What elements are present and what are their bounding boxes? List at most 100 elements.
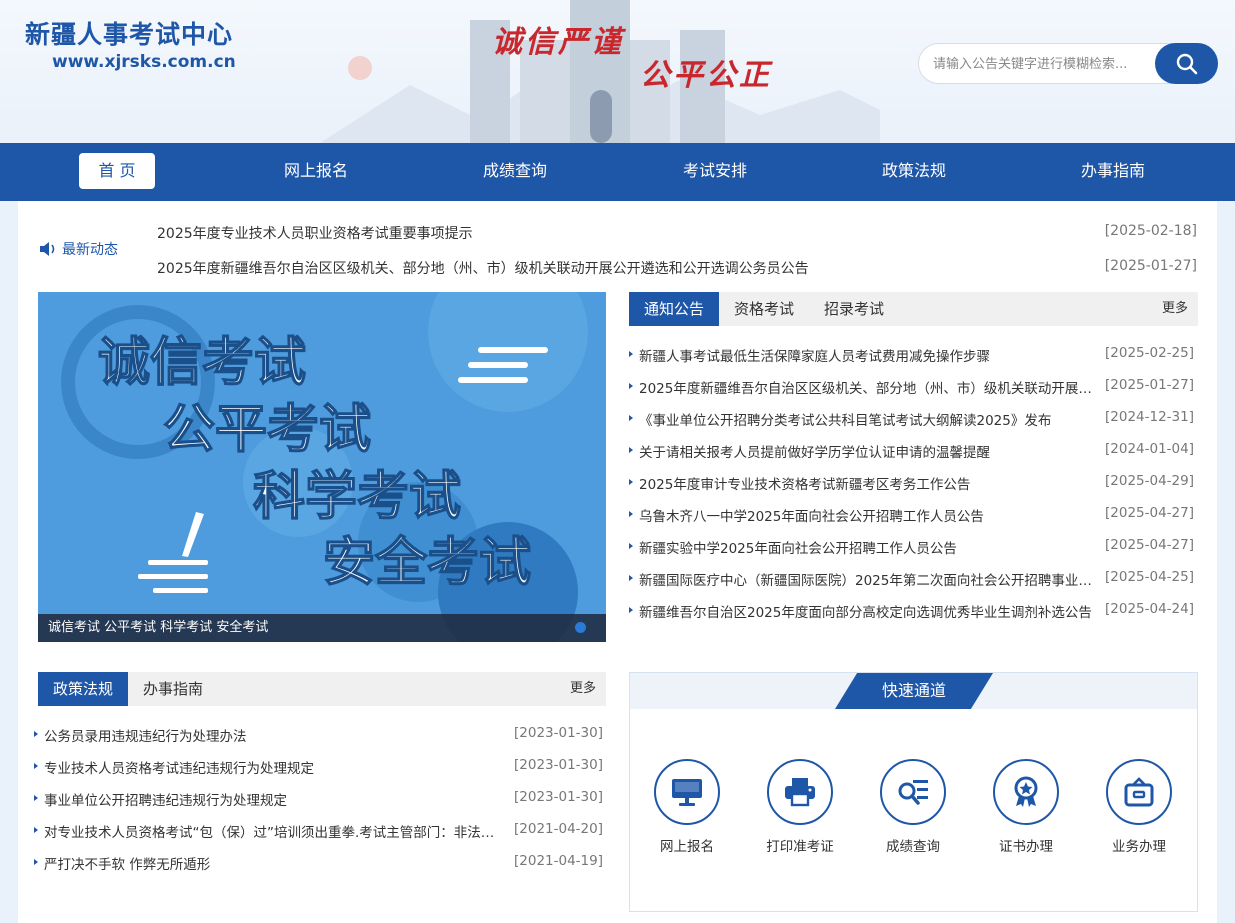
notice-item-title[interactable]: 2025年度新疆维吾尔自治区区级机关、部分地（州、市）级机关联动开展公开遴选和公… xyxy=(629,377,1095,397)
banner-line-4: 安全考试 xyxy=(323,533,531,592)
notice-more-link[interactable]: 更多 xyxy=(1162,292,1188,326)
nav-item-guide[interactable]: 办事指南 xyxy=(1063,153,1163,189)
banner-artwork: 诚信考试 公平考试 科学考试 安全考试 xyxy=(61,292,588,642)
quick-icon-circle xyxy=(880,759,946,825)
notice-item-date: [2024-01-04] xyxy=(1105,441,1194,457)
nav-item-exam-schedule[interactable]: 考试安排 xyxy=(665,153,765,189)
nav-item-online-registration[interactable]: 网上报名 xyxy=(266,153,366,189)
notice-list-item[interactable]: 2025年度审计专业技术资格考试新疆考区考务工作公告 [2025-04-29] xyxy=(629,473,1194,493)
policy-list-item[interactable]: 对专业技术人员资格考试“包（保）过”培训须出重拳.考试主管部门：非法培训机构承诺… xyxy=(34,821,603,841)
policy-item-date: [2023-01-30] xyxy=(514,789,603,805)
latest-news-title[interactable]: 2025年度新疆维吾尔自治区区级机关、部分地（州、市）级机关联动开展公开遴选和公… xyxy=(157,258,809,278)
speaker-icon xyxy=(40,242,55,256)
tab-notice[interactable]: 通知公告 xyxy=(629,292,719,326)
search-input[interactable] xyxy=(933,53,1143,75)
notice-item-title[interactable]: 《事业单位公开招聘分类考试公共科目笔试考试大纲解读2025》发布 xyxy=(629,409,1051,429)
latest-news-title[interactable]: 2025年度专业技术人员职业资格考试重要事项提示 xyxy=(157,223,473,243)
search-box xyxy=(918,43,1218,84)
site-header: 新疆人事考试中心 www.xjrsks.com.cn 诚信严谨 公平公正 xyxy=(0,0,1235,143)
search-icon xyxy=(1176,53,1197,74)
tab-qualification-exam[interactable]: 资格考试 xyxy=(719,292,809,326)
notice-tabs: 通知公告 资格考试 招录考试 更多 xyxy=(629,292,1198,326)
site-title[interactable]: 新疆人事考试中心 xyxy=(25,15,233,51)
notice-list-item[interactable]: 《事业单位公开招聘分类考试公共科目笔试考试大纲解读2025》发布 [2024-12… xyxy=(629,409,1194,429)
notice-item-date: [2025-02-25] xyxy=(1105,345,1194,361)
notice-item-title[interactable]: 新疆实验中学2025年面向社会公开招聘工作人员公告 xyxy=(629,537,957,557)
latest-news-item[interactable]: 2025年度新疆维吾尔自治区区级机关、部分地（州、市）级机关联动开展公开遴选和公… xyxy=(157,258,1197,278)
banner-caption: 诚信考试 公平考试 科学考试 安全考试 xyxy=(38,614,606,642)
notice-item-date: [2025-04-24] xyxy=(1105,601,1194,617)
notice-item-title[interactable]: 新疆国际医疗中心（新疆国际医院）2025年第二次面向社会公开招聘事业单位工作人员… xyxy=(629,569,1095,589)
notice-item-title[interactable]: 2025年度审计专业技术资格考试新疆考区考务工作公告 xyxy=(629,473,970,493)
quick-icon-circle xyxy=(1106,759,1172,825)
notice-item-title[interactable]: 乌鲁木齐八一中学2025年面向社会公开招聘工作人员公告 xyxy=(629,505,984,525)
nav-item-home[interactable]: 首 页 xyxy=(79,153,155,189)
notice-item-date: [2025-04-27] xyxy=(1105,505,1194,521)
main-nav: 首 页 网上报名 成绩查询 考试安排 政策法规 办事指南 xyxy=(0,143,1235,201)
policy-list-item[interactable]: 事业单位公开招聘违纪违规行为处理规定 [2023-01-30] xyxy=(34,789,603,809)
quick-online-registration[interactable]: 网上报名 xyxy=(637,759,737,855)
policy-item-title[interactable]: 对专业技术人员资格考试“包（保）过”培训须出重拳.考试主管部门：非法培训机构承诺… xyxy=(34,821,504,841)
notice-item-date: [2024-12-31] xyxy=(1105,409,1194,425)
policy-item-title[interactable]: 专业技术人员资格考试违纪违规行为处理规定 xyxy=(34,757,314,777)
notice-list-item[interactable]: 新疆人事考试最低生活保障家庭人员考试费用减免操作步骤 [2025-02-25] xyxy=(629,345,1194,365)
tab-policy[interactable]: 政策法规 xyxy=(38,672,128,706)
policy-item-title[interactable]: 事业单位公开招聘违纪违规行为处理规定 xyxy=(34,789,287,809)
notice-item-date: [2025-04-29] xyxy=(1105,473,1194,489)
notice-item-title[interactable]: 新疆人事考试最低生活保障家庭人员考试费用减免操作步骤 xyxy=(629,345,990,365)
banner-slide[interactable]: 诚信考试 公平考试 科学考试 安全考试 诚信考试 公平考试 科学考试 安全考试 xyxy=(38,292,606,642)
nav-item-policy[interactable]: 政策法规 xyxy=(864,153,964,189)
banner-line-3: 科学考试 xyxy=(253,468,461,526)
policy-list-item[interactable]: 专业技术人员资格考试违纪违规行为处理规定 [2023-01-30] xyxy=(34,757,603,777)
quick-score-query[interactable]: 成绩查询 xyxy=(863,759,963,855)
tab-recruitment-exam[interactable]: 招录考试 xyxy=(809,292,899,326)
quick-print-admission[interactable]: 打印准考证 xyxy=(750,759,850,855)
notice-list-item[interactable]: 乌鲁木齐八一中学2025年面向社会公开招聘工作人员公告 [2025-04-27] xyxy=(629,505,1194,525)
quick-icon-circle xyxy=(767,759,833,825)
latest-news-date: [2025-02-18] xyxy=(1104,223,1197,239)
notice-list-item[interactable]: 2025年度新疆维吾尔自治区区级机关、部分地（州、市）级机关联动开展公开遴选和公… xyxy=(629,377,1194,397)
slogan-line1: 诚信严谨 xyxy=(492,25,624,60)
policy-item-date: [2023-01-30] xyxy=(514,725,603,741)
notice-list-item[interactable]: 新疆实验中学2025年面向社会公开招聘工作人员公告 [2025-04-27] xyxy=(629,537,1194,557)
notice-item-title[interactable]: 新疆维吾尔自治区2025年度面向部分高校定向选调优秀毕业生调剂补选公告 xyxy=(629,601,1092,621)
quick-icon-circle xyxy=(993,759,1059,825)
notice-item-title[interactable]: 关于请相关报考人员提前做好学历学位认证申请的温馨提醒 xyxy=(629,441,990,461)
notice-list-item[interactable]: 新疆国际医疗中心（新疆国际医院）2025年第二次面向社会公开招聘事业单位工作人员… xyxy=(629,569,1194,589)
policy-item-date: [2021-04-19] xyxy=(514,853,603,869)
quick-item-label: 证书办理 xyxy=(999,839,1053,855)
quick-icon-circle xyxy=(654,759,720,825)
printer-icon xyxy=(785,778,815,807)
policy-item-date: [2023-01-30] xyxy=(514,757,603,773)
policy-list-item[interactable]: 公务员录用违规违纪行为处理办法 [2023-01-30] xyxy=(34,725,603,745)
nav-item-score-query[interactable]: 成绩查询 xyxy=(465,153,565,189)
policy-item-date: [2021-04-20] xyxy=(514,821,603,837)
policy-list-item[interactable]: 严打决不手软 作弊无所遁形 [2021-04-19] xyxy=(34,853,603,873)
tab-guide[interactable]: 办事指南 xyxy=(128,672,218,706)
latest-news-date: [2025-01-27] xyxy=(1104,258,1197,274)
policy-tabs: 政策法规 办事指南 更多 xyxy=(38,672,606,706)
notice-item-date: [2025-04-25] xyxy=(1105,569,1194,585)
policy-more-link[interactable]: 更多 xyxy=(570,672,596,706)
policy-item-title[interactable]: 严打决不手软 作弊无所遁形 xyxy=(34,853,210,873)
latest-news-text: 最新动态 xyxy=(62,242,118,258)
quick-business[interactable]: 业务办理 xyxy=(1089,759,1189,855)
quick-item-label: 网上报名 xyxy=(660,839,714,855)
notice-list-item[interactable]: 新疆维吾尔自治区2025年度面向部分高校定向选调优秀毕业生调剂补选公告 [2025… xyxy=(629,601,1194,621)
main-content: 最新动态 2025年度专业技术人员职业资格考试重要事项提示 [2025-02-1… xyxy=(18,201,1217,923)
banner-line-2: 公平考试 xyxy=(163,401,371,459)
banner-line-1: 诚信考试 xyxy=(98,334,306,392)
policy-item-title[interactable]: 公务员录用违规违纪行为处理办法 xyxy=(34,725,247,745)
latest-news-item[interactable]: 2025年度专业技术人员职业资格考试重要事项提示 [2025-02-18] xyxy=(157,223,1197,243)
carousel-dot[interactable] xyxy=(575,622,586,633)
notice-list-item[interactable]: 关于请相关报考人员提前做好学历学位认证申请的温馨提醒 [2024-01-04] xyxy=(629,441,1194,461)
site-url: www.xjrsks.com.cn xyxy=(52,52,236,72)
search-button[interactable] xyxy=(1155,43,1218,84)
search-document-icon xyxy=(898,780,928,805)
quick-access-panel: 快速通道 网上报名 打印准考证 成绩查询 证书办理 业务办理 xyxy=(629,672,1198,912)
award-icon xyxy=(1014,776,1038,807)
quick-certificate[interactable]: 证书办理 xyxy=(976,759,1076,855)
slogan-line2: 公平公正 xyxy=(640,58,772,93)
quick-access-title: 快速通道 xyxy=(835,673,993,709)
notice-item-date: [2025-01-27] xyxy=(1105,377,1194,393)
